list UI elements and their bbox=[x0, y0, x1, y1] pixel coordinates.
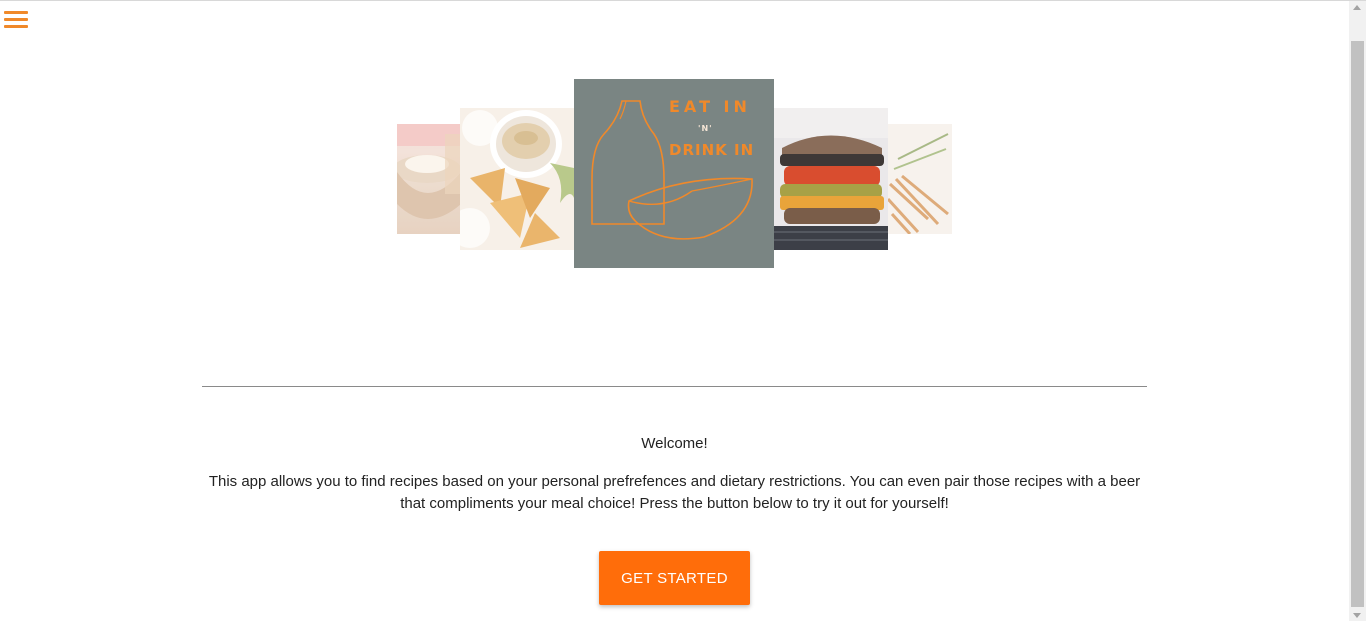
scrollbar-thumb[interactable] bbox=[1351, 41, 1364, 607]
bowl-image bbox=[397, 124, 467, 219]
welcome-heading: Welcome! bbox=[641, 435, 708, 452]
scroll-up-icon[interactable] bbox=[1353, 5, 1361, 10]
logo-n: 'N' bbox=[698, 124, 713, 133]
scroll-down-icon[interactable] bbox=[1353, 613, 1361, 618]
image-carousel: EAT IN 'N' DRINK IN bbox=[0, 1, 1349, 301]
section-divider bbox=[202, 386, 1147, 387]
logo-eat-in: EAT IN bbox=[669, 97, 751, 116]
hummus-image bbox=[460, 108, 574, 250]
logo-drink-in: DRINK IN bbox=[669, 141, 755, 159]
food-photo-burger[interactable] bbox=[774, 108, 888, 250]
get-started-button[interactable]: Get Started bbox=[599, 551, 750, 605]
vertical-scrollbar[interactable] bbox=[1349, 1, 1366, 621]
intro-paragraph: This app allows you to find recipes base… bbox=[208, 473, 1141, 512]
food-photo-bowl[interactable] bbox=[397, 124, 467, 234]
app-page: EAT IN 'N' DRINK IN Welcome! This app al… bbox=[0, 0, 1366, 621]
burger-image bbox=[774, 108, 888, 250]
food-photo-hummus-chips[interactable] bbox=[460, 108, 574, 250]
logo-card[interactable]: EAT IN 'N' DRINK IN bbox=[574, 79, 774, 268]
fries-image bbox=[888, 124, 952, 234]
food-photo-fries[interactable] bbox=[888, 124, 952, 234]
